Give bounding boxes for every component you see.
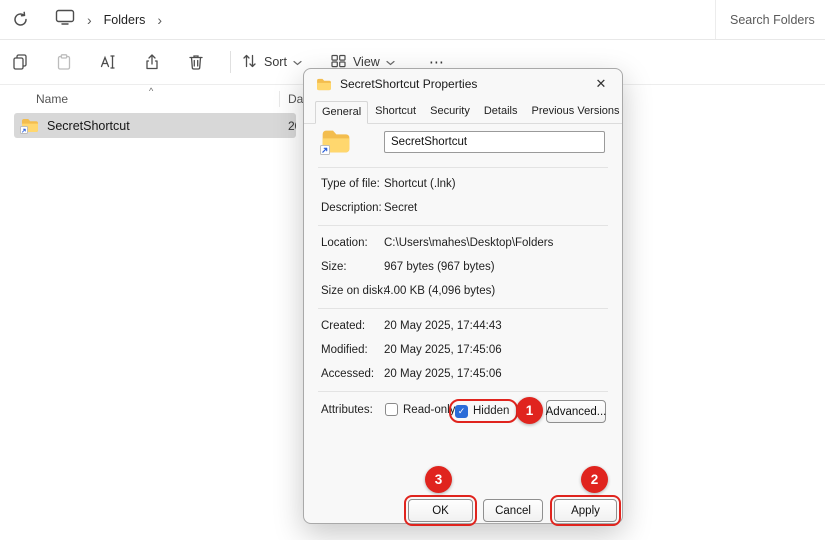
rename-icon[interactable] (98, 52, 118, 72)
breadcrumb: › Folders › (55, 9, 162, 30)
file-row[interactable]: SecretShortcut 20- (14, 113, 296, 138)
search-input[interactable]: Search Folders (715, 0, 825, 39)
file-explorer-window: › Folders › Search Folders Sort (0, 0, 825, 540)
close-icon[interactable]: ✕ (590, 73, 612, 95)
properties-dialog: SecretShortcut Properties ✕ General Shor… (303, 68, 623, 524)
field-value: 967 bytes (967 bytes) (384, 259, 495, 275)
divider (318, 225, 608, 226)
paste-icon (54, 52, 74, 72)
file-type-icon (321, 129, 351, 154)
tab-shortcut[interactable]: Shortcut (368, 100, 423, 123)
sort-ascending-icon: ^ (149, 86, 153, 96)
field-value: Secret (384, 200, 417, 216)
tab-details[interactable]: Details (477, 100, 525, 123)
ok-button[interactable]: OK (408, 499, 473, 522)
column-header-name[interactable]: Name (36, 92, 68, 106)
field-label: Description: (321, 200, 384, 216)
field-type-of-file: Type of file: Shortcut (.lnk) (321, 176, 606, 192)
annotation-step-1: 1 (516, 397, 543, 424)
sort-button-label: Sort (264, 55, 287, 69)
field-value: Shortcut (.lnk) (384, 176, 456, 192)
dialog-folder-icon (316, 78, 332, 91)
tab-previous-versions[interactable]: Previous Versions (524, 100, 626, 123)
shortcut-arrow-icon (320, 145, 330, 155)
field-created: Created: 20 May 2025, 17:44:43 (321, 318, 606, 334)
field-label: Accessed: (321, 366, 384, 382)
field-location: Location: C:\Users\mahes\Desktop\Folders (321, 235, 606, 251)
address-bar: › Folders › Search Folders (0, 0, 825, 40)
chevron-down-icon (293, 55, 302, 69)
attributes-row: Attributes: Read-only ✓ Hidden Advanced.… (321, 399, 606, 423)
field-label: Location: (321, 235, 384, 251)
field-label: Created: (321, 318, 384, 334)
filename-input[interactable] (384, 131, 605, 153)
check-icon: ✓ (458, 407, 466, 416)
field-value: 4.00 KB (4,096 bytes) (384, 283, 495, 299)
read-only-label: Read-only (403, 404, 455, 416)
field-label: Type of file: (321, 176, 384, 192)
shortcut-arrow-icon (20, 126, 28, 134)
refresh-icon[interactable] (12, 11, 29, 28)
delete-icon[interactable] (186, 52, 206, 72)
share-icon[interactable] (142, 52, 162, 72)
read-only-option: Read-only (385, 403, 455, 416)
folder-shortcut-icon (21, 118, 39, 133)
desktop-icon[interactable] (55, 9, 75, 30)
field-value: 20 May 2025, 17:45:06 (384, 342, 502, 358)
field-label: Size on disk: (321, 283, 384, 299)
apply-button[interactable]: Apply (554, 499, 617, 522)
chevron-right-icon[interactable]: › (87, 13, 92, 27)
field-size: Size: 967 bytes (967 bytes) (321, 259, 606, 275)
sort-button[interactable]: Sort (241, 53, 302, 72)
field-value: C:\Users\mahes\Desktop\Folders (384, 235, 553, 251)
field-label: Size: (321, 259, 384, 275)
tab-general[interactable]: General (315, 101, 368, 124)
chevron-down-icon (386, 55, 395, 69)
dialog-title: SecretShortcut Properties (340, 77, 477, 91)
annotation-step-3: 3 (425, 466, 452, 493)
annotation-step-2: 2 (581, 466, 608, 493)
tab-security[interactable]: Security (423, 100, 477, 123)
chevron-right-icon[interactable]: › (157, 13, 162, 27)
dialog-buttons: OK Cancel Apply (321, 499, 606, 522)
sort-icon (241, 53, 258, 72)
file-date: 20- (288, 119, 296, 133)
copy-icon[interactable] (10, 52, 30, 72)
divider (318, 391, 608, 392)
cancel-button[interactable]: Cancel (483, 499, 543, 522)
view-button-label: View (353, 55, 380, 69)
hidden-option-highlight: ✓ Hidden (449, 399, 518, 423)
divider (318, 308, 608, 309)
attributes-label: Attributes: (321, 404, 373, 416)
field-value: 20 May 2025, 17:44:43 (384, 318, 502, 334)
breadcrumb-folder[interactable]: Folders (104, 13, 146, 27)
field-accessed: Accessed: 20 May 2025, 17:45:06 (321, 366, 606, 382)
field-modified: Modified: 20 May 2025, 17:45:06 (321, 342, 606, 358)
field-description: Description: Secret (321, 200, 606, 216)
column-divider[interactable] (279, 91, 280, 107)
file-name: SecretShortcut (47, 119, 130, 133)
toolbar-divider (230, 51, 231, 73)
read-only-checkbox[interactable] (385, 403, 398, 416)
field-label: Modified: (321, 342, 384, 358)
field-size-on-disk: Size on disk: 4.00 KB (4,096 bytes) (321, 283, 606, 299)
divider (318, 167, 608, 168)
field-value: 20 May 2025, 17:45:06 (384, 366, 502, 382)
dialog-titlebar[interactable]: SecretShortcut Properties ✕ (304, 69, 622, 99)
advanced-button[interactable]: Advanced... (546, 400, 606, 423)
hidden-label: Hidden (473, 405, 509, 417)
hidden-checkbox[interactable]: ✓ (455, 405, 468, 418)
dialog-tabs: General Shortcut Security Details Previo… (304, 100, 622, 124)
